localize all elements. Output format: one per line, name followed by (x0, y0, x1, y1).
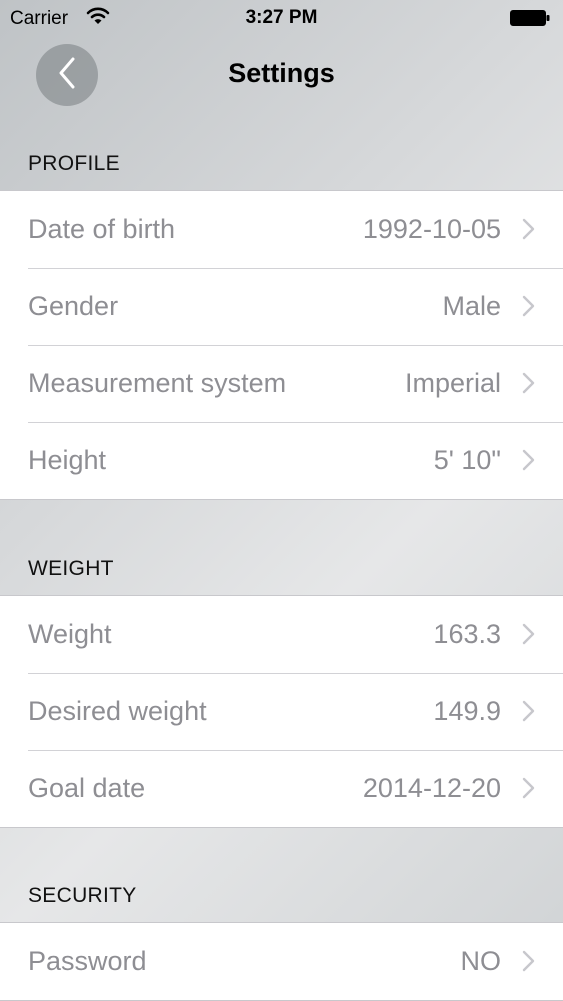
page-title: Settings (228, 58, 335, 88)
row-desired-weight[interactable]: Desired weight 149.9 (0, 673, 563, 750)
row-height[interactable]: Height 5' 10" (0, 422, 563, 499)
chevron-right-icon (522, 218, 535, 240)
row-password[interactable]: Password NO (0, 923, 563, 1000)
row-label: Goal date (28, 773, 146, 803)
chevron-right-icon (522, 623, 535, 645)
chevron-right-icon (522, 950, 535, 972)
row-value: 1992-10-05 (362, 214, 501, 244)
chevron-right-icon (522, 777, 535, 799)
section-header-weight: WEIGHT (28, 557, 114, 580)
row-date-of-birth[interactable]: Date of birth 1992-10-05 (0, 191, 563, 268)
row-label: Date of birth (28, 214, 176, 244)
row-label: Measurement system (28, 368, 287, 398)
row-measurement-system[interactable]: Measurement system Imperial (0, 345, 563, 422)
row-label: Password (28, 946, 147, 976)
chevron-right-icon (522, 700, 535, 722)
security-group: Password NO (0, 922, 563, 1001)
row-value: Male (442, 291, 501, 321)
row-value: 2014-12-20 (362, 773, 501, 803)
battery-icon (510, 10, 550, 26)
navigation-bar: Settings (0, 40, 563, 110)
chevron-right-icon (522, 449, 535, 471)
row-gender[interactable]: Gender Male (0, 268, 563, 345)
status-time: 3:27 PM (245, 7, 318, 28)
row-value: NO (460, 946, 502, 976)
profile-group: Date of birth 1992-10-05 Gender Male Mea… (0, 190, 563, 500)
section-header-security: SECURITY (28, 884, 137, 907)
row-weight[interactable]: Weight 163.3 (0, 596, 563, 673)
row-goal-date[interactable]: Goal date 2014-12-20 (0, 750, 563, 827)
row-value: 163.3 (433, 619, 501, 649)
section-header-profile: PROFILE (28, 152, 120, 175)
row-label: Gender (28, 291, 119, 321)
row-value: 5' 10" (433, 445, 501, 475)
weight-group: Weight 163.3 Desired weight 149.9 Goal d… (0, 595, 563, 828)
status-bar: Carrier 3:27 PM (0, 0, 563, 40)
row-label: Desired weight (28, 696, 207, 726)
chevron-right-icon (522, 372, 535, 394)
row-label: Weight (28, 619, 112, 649)
chevron-right-icon (522, 295, 535, 317)
row-value: 149.9 (433, 696, 501, 726)
row-label: Height (28, 445, 107, 475)
row-value: Imperial (404, 368, 501, 398)
